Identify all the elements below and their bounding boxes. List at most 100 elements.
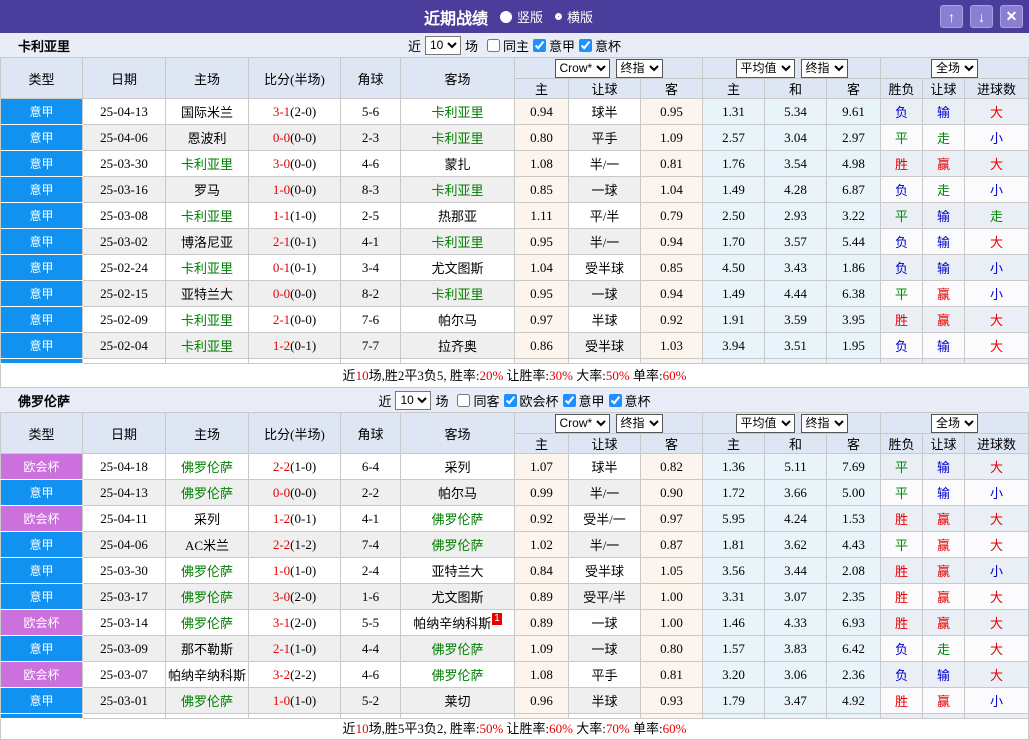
cell-goals-result: 大 <box>964 453 1029 480</box>
cell-league: 意甲 <box>0 687 83 714</box>
cell-goals-result: 小 <box>964 176 1029 203</box>
cell-date: 25-03-08 <box>82 202 166 229</box>
cell-away-odds: 1.03 <box>639 332 704 359</box>
cell-avg-away: 3.22 <box>826 202 882 229</box>
recent-count-select[interactable]: 10 <box>395 390 432 410</box>
cell-handicap-result: 走 <box>922 176 966 203</box>
radio-vertical[interactable]: 竖版 <box>499 7 543 26</box>
cell-home-team: 佛罗伦萨 <box>165 609 249 636</box>
cell-home-odds: 1.09 <box>514 635 569 662</box>
cell-corners: 3-4 <box>340 254 401 281</box>
cell-avg-home: 3.94 <box>702 332 766 359</box>
cell-goals-result: 小 <box>964 557 1029 584</box>
match-row: 意甲 25-03-16 罗马 1-0(0-0) 8-3 卡利亚里 0.85 一球 1.04 1.4… <box>0 176 1029 203</box>
cell-league: 意甲 <box>0 280 83 307</box>
cell-date: 25-04-06 <box>82 124 166 151</box>
cell-away-odds: 1.09 <box>639 124 704 151</box>
cell-home-odds: 0.95 <box>514 228 569 255</box>
cell-avg-away: 4.98 <box>826 150 882 177</box>
half-time-score: (0-1) <box>290 510 317 526</box>
cell-date <box>82 713 166 719</box>
cell-avg-away: 1.53 <box>826 505 882 532</box>
cell-league: 意甲 <box>0 254 83 281</box>
cell-result: 胜 <box>880 505 924 532</box>
cell-goals-result: 小 <box>964 124 1029 151</box>
odds-source-select[interactable]: Crow* <box>554 58 610 78</box>
cell-avg-away: 1.86 <box>826 254 882 281</box>
half-time-score: (0-0) <box>290 285 317 301</box>
cell-away-odds <box>639 713 704 719</box>
avg-time-select[interactable]: 终指 <box>800 58 848 78</box>
cell-home-team: 帕纳辛纳科斯 <box>165 661 249 688</box>
half-time-score: (1-0) <box>290 562 317 578</box>
cell-avg-away: 4.43 <box>826 531 882 558</box>
league-filter-checkbox[interactable] <box>533 38 546 52</box>
odds-source-select[interactable]: Crow* <box>554 413 610 433</box>
cell-away-team: 佛罗伦萨 <box>400 635 515 662</box>
avg-source-select[interactable]: 平均值 <box>735 58 795 78</box>
cell-avg-away: 3.95 <box>826 306 882 333</box>
half-time-score: (0-1) <box>290 337 317 353</box>
cell-corners: 6-4 <box>340 453 401 480</box>
full-time-score: 0-0 <box>272 129 291 145</box>
cell-handicap-result: 赢 <box>922 583 966 610</box>
cell-home-team: 那不勒斯 <box>165 635 249 662</box>
cell-handicap: 半/一 <box>568 479 641 506</box>
cell-league: 欧会杯 <box>0 505 83 532</box>
cell-corners: 5-6 <box>340 98 401 125</box>
cell-away-team: 莱切 <box>400 687 515 714</box>
same-venue-checkbox[interactable] <box>457 393 471 407</box>
cell-avg-draw <box>764 713 828 719</box>
sub-col-header: 胜负 <box>880 433 924 454</box>
cell-avg-away: 7.69 <box>826 453 882 480</box>
cell-date: 25-04-06 <box>82 531 166 558</box>
avg-time-select[interactable]: 终指 <box>800 413 848 433</box>
full-match-select[interactable]: 全场 <box>931 413 979 433</box>
full-time-score: 1-0 <box>272 692 291 708</box>
odds-time-select[interactable]: 终指 <box>615 413 663 433</box>
recent-count-select[interactable]: 10 <box>424 35 461 55</box>
cell-handicap: 一球 <box>568 176 641 203</box>
cell-score: 1-2(0-1) <box>248 505 341 532</box>
cell-result: 负 <box>880 332 924 359</box>
sub-col-header: 主 <box>702 78 766 99</box>
cell-home-odds: 1.07 <box>514 453 569 480</box>
league-filter-checkbox[interactable] <box>608 393 622 407</box>
league-filter-checkbox[interactable] <box>503 393 517 407</box>
move-up-button[interactable]: ↑ <box>940 5 963 28</box>
move-down-button[interactable]: ↓ <box>970 5 993 28</box>
cell-avg-draw: 4.44 <box>764 280 828 307</box>
cell-league: 意甲 <box>0 202 83 229</box>
cell-away-odds: 0.93 <box>639 687 704 714</box>
cell-corners: 7-4 <box>340 531 401 558</box>
cell-away-odds: 0.87 <box>639 531 704 558</box>
odds-time-select[interactable]: 终指 <box>615 58 663 78</box>
same-venue-label: 同主 <box>502 38 529 54</box>
avg-source-select[interactable]: 平均值 <box>735 413 795 433</box>
same-venue-label: 同客 <box>473 393 500 409</box>
half-time-score: (0-0) <box>290 129 317 145</box>
cell-home-team: AC米兰 <box>165 531 249 558</box>
cell-result <box>880 713 924 719</box>
match-row: 意甲 25-03-17 佛罗伦萨 3-0(2-0) 1-6 尤文图斯 0.89 受平/半 1.0… <box>0 583 1029 610</box>
cell-corners: 4-1 <box>340 505 401 532</box>
cell-score: 2-2(1-2) <box>248 531 341 558</box>
close-button[interactable]: ✕ <box>1000 5 1023 28</box>
cell-avg-away: 6.38 <box>826 280 882 307</box>
cell-avg-home: 3.20 <box>702 661 766 688</box>
cell-goals-result: 大 <box>964 505 1029 532</box>
radio-horizontal[interactable]: 横版 <box>555 7 593 26</box>
col-corner: 角球 <box>340 57 401 99</box>
league-filter-checkbox[interactable] <box>562 393 576 407</box>
half-time-score: (1-0) <box>290 640 317 656</box>
league-filter-label: 意甲 <box>578 393 605 409</box>
league-filter-checkbox[interactable] <box>579 38 593 52</box>
sub-col-header: 让球 <box>922 433 966 454</box>
full-match-select[interactable]: 全场 <box>931 58 979 78</box>
half-time-score: (2-0) <box>290 103 317 119</box>
cell-date: 25-04-18 <box>82 453 166 480</box>
cell-handicap: 一球 <box>568 280 641 307</box>
summary-segment: 10 <box>355 368 369 383</box>
same-venue-checkbox[interactable] <box>486 38 500 52</box>
cell-avg-away: 5.44 <box>826 228 882 255</box>
